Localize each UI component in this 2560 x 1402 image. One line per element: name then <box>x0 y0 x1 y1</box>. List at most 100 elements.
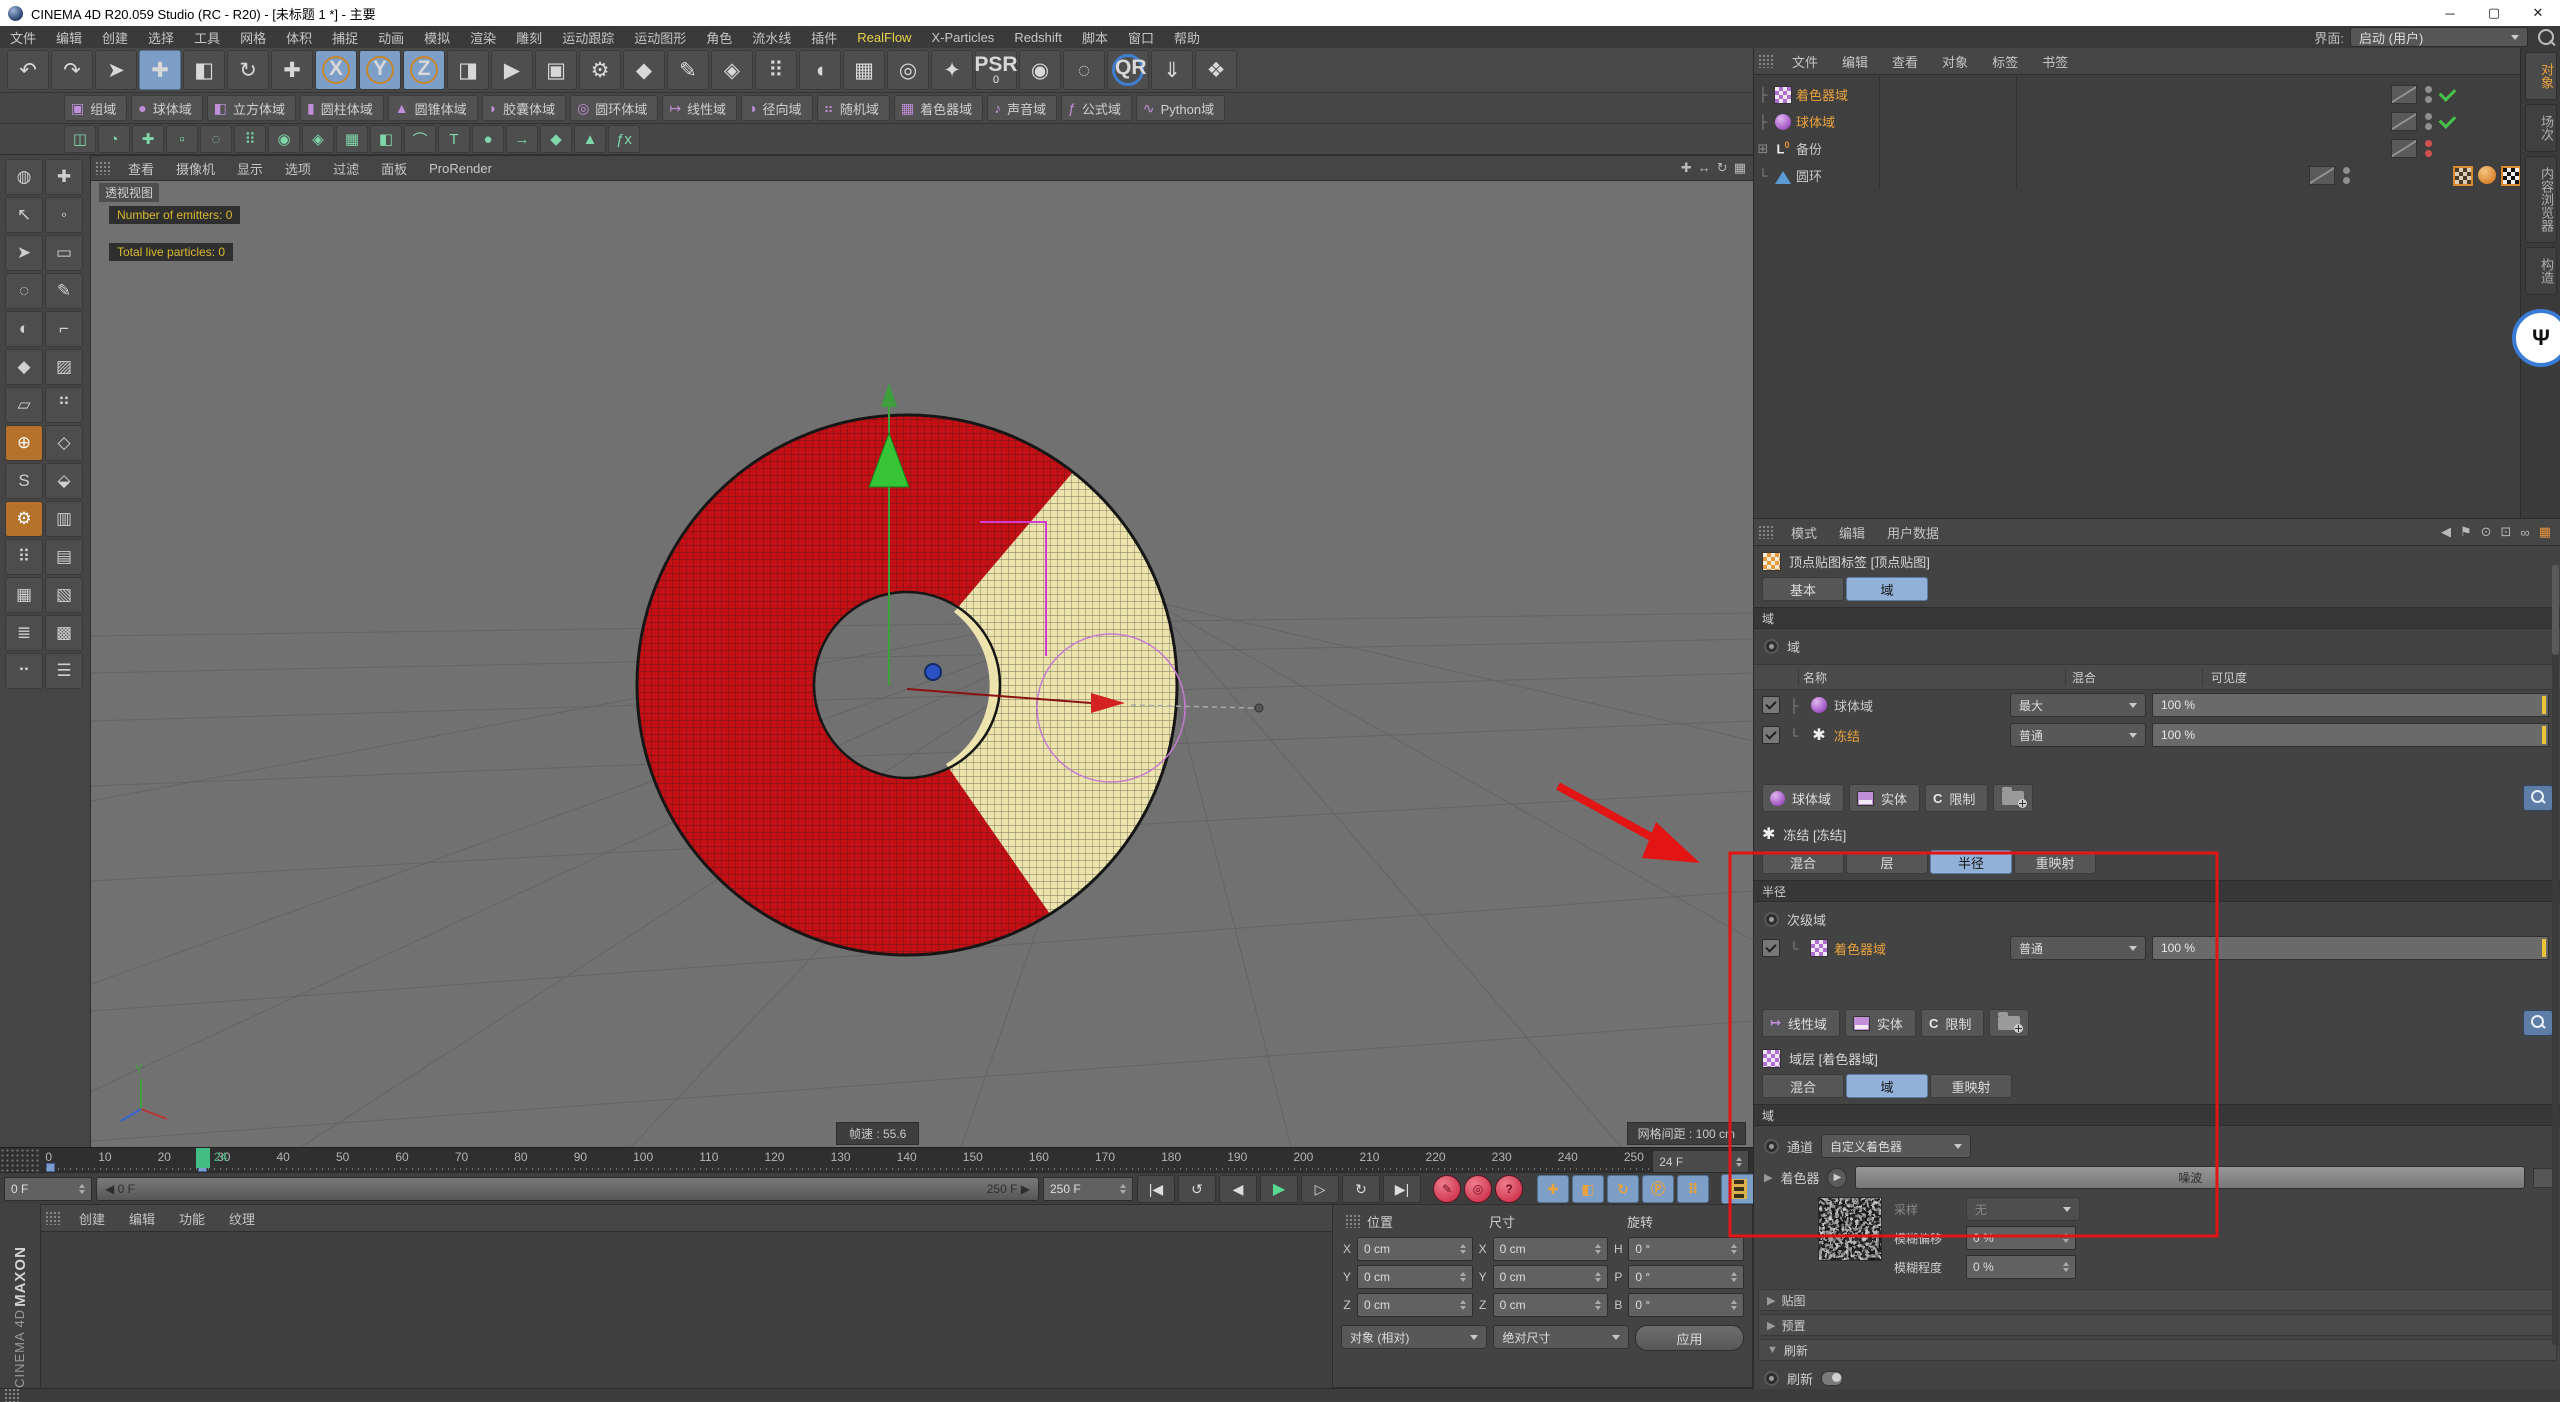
menubar-item[interactable]: 体积 <box>276 28 322 47</box>
record-parameter-toggle[interactable]: Ⓟ <box>1642 1175 1674 1203</box>
object-manager-menu-item[interactable]: 文件 <box>1780 52 1830 71</box>
flourish-icon[interactable]: → <box>506 125 538 153</box>
prev-frame-button[interactable]: ◀ <box>1219 1175 1257 1203</box>
material-menu-item[interactable]: 编辑 <box>117 1209 167 1228</box>
redo-icon[interactable]: ↷ <box>51 50 93 90</box>
freeze-tab[interactable]: 混合 <box>1762 850 1844 874</box>
radio-icon[interactable] <box>1764 912 1779 927</box>
deformer-button[interactable]: ◖ <box>799 50 841 90</box>
checkbox[interactable] <box>1762 726 1780 744</box>
cube-field-button[interactable]: ◧ 立方体域 <box>207 95 296 121</box>
python-field-button[interactable]: ∿ Python域 <box>1136 95 1225 121</box>
side-tab[interactable]: 构造 <box>2525 247 2557 295</box>
light-object-button[interactable]: ✦ <box>931 50 973 90</box>
viewport-menu-item[interactable]: ProRender <box>418 161 503 176</box>
close-button[interactable]: ✕ <box>2516 1 2560 26</box>
folder-add-button[interactable] <box>1993 784 2033 812</box>
menubar-item[interactable]: 文件 <box>0 28 46 47</box>
camera-object-button[interactable]: ◎ <box>887 50 929 90</box>
lasso-icon[interactable]: ◌ <box>5 273 43 309</box>
position-z-field[interactable]: 0 cm <box>1357 1293 1473 1317</box>
freeze-tab[interactable]: 半径 <box>1930 850 2012 874</box>
vertex-map-tag[interactable] <box>2453 166 2473 186</box>
texture-mode-icon[interactable]: ▨ <box>45 349 83 385</box>
material-menu-item[interactable]: 功能 <box>167 1209 217 1228</box>
record-pla-toggle[interactable]: ⠿ <box>1677 1175 1709 1203</box>
freeze-tab[interactable]: 层 <box>1846 850 1928 874</box>
grid-b-icon[interactable]: ▤ <box>45 539 83 575</box>
record-scale-toggle[interactable]: ◧ <box>1572 1175 1604 1203</box>
layer-color-box[interactable] <box>2309 166 2335 185</box>
snap-icon[interactable]: S <box>5 463 43 499</box>
grid-a-icon[interactable]: ⠿ <box>5 539 43 575</box>
position-y-field[interactable]: 0 cm <box>1357 1265 1473 1289</box>
expand-arrow-icon[interactable]: ▶ <box>1764 1171 1772 1184</box>
visibility-field[interactable]: 100 % <box>2152 723 2549 747</box>
pick-tool-icon[interactable]: ➤ <box>5 235 43 271</box>
add-linear-field-button[interactable]: ↦线性域 <box>1762 1009 1840 1037</box>
enabled-check-icon[interactable] <box>2439 84 2457 102</box>
folder-add-button[interactable] <box>1989 1009 2029 1037</box>
pan-view-icon[interactable]: ✚ <box>1681 160 1692 176</box>
marker-icon[interactable]: ◦ <box>45 197 83 233</box>
field-row[interactable]: └ ✱ 冻结 普通 100 % <box>1754 720 2560 750</box>
object-manager-menu-item[interactable]: 对象 <box>1930 52 1980 71</box>
menubar-item[interactable]: 捕捉 <box>322 28 368 47</box>
capsule-field-button[interactable]: ◗ 胶囊体域 <box>482 95 566 121</box>
menubar-item[interactable]: 角色 <box>696 28 742 47</box>
object-row[interactable]: ├ 着色器域 <box>1754 81 2521 108</box>
layer-color-box[interactable] <box>2391 112 2417 131</box>
grid-orange-icon[interactable]: ▦ <box>2539 524 2551 540</box>
end-frame-field[interactable]: 250 F <box>1043 1177 1133 1201</box>
plugin-blob-icon[interactable]: ❖ <box>1195 50 1237 90</box>
fold-icon[interactable]: ◆ <box>540 125 572 153</box>
random-field-button[interactable]: ⠶ 随机域 <box>817 95 890 121</box>
keyframe-selection-button[interactable]: ? <box>1495 1175 1523 1203</box>
position-x-field[interactable]: 0 cm <box>1357 1237 1473 1261</box>
checkbox[interactable] <box>1762 696 1780 714</box>
visibility-dots[interactable] <box>2425 86 2432 103</box>
size-z-field[interactable]: 0 cm <box>1493 1293 1609 1317</box>
render-picture-viewer-button[interactable]: ▣ <box>535 50 577 90</box>
viewport-menu-item[interactable]: 摄像机 <box>165 159 226 178</box>
viewport-menu-item[interactable]: 显示 <box>226 159 274 178</box>
plus-icon[interactable]: ✚ <box>45 159 83 195</box>
curve-icon[interactable]: ⌒ <box>404 125 436 153</box>
attribute-menu-item[interactable]: 模式 <box>1780 523 1828 542</box>
section-header[interactable]: 域 <box>1754 1104 2560 1126</box>
menubar-item[interactable]: 渲染 <box>460 28 506 47</box>
subdivision-surface-button[interactable]: ◈ <box>711 50 753 90</box>
blend-mode-select[interactable]: 最大 <box>2010 693 2146 717</box>
layer-color-box[interactable] <box>2391 139 2417 158</box>
psr-zero-badge[interactable]: PSR 0 <box>975 50 1017 90</box>
torus-field-button[interactable]: ◎ 圆环体域 <box>570 95 658 121</box>
viewport-menu-item[interactable]: 选项 <box>274 159 322 178</box>
layers-icon[interactable]: ▩ <box>45 615 83 651</box>
goto-start-button[interactable]: |◀ <box>1137 1175 1175 1203</box>
sweep-icon[interactable]: ● <box>472 125 504 153</box>
record-keyframe-button[interactable]: ✎ <box>1433 1175 1461 1203</box>
blend-mode-select[interactable]: 普通 <box>2010 723 2146 747</box>
menubar-item[interactable]: 运动图形 <box>624 28 696 47</box>
radial-field-button[interactable]: ◑ 径向域 <box>741 95 812 121</box>
rotation-h-field[interactable]: 0 ° <box>1628 1237 1744 1261</box>
grid-c-icon[interactable]: ▦ <box>5 577 43 613</box>
prism-icon[interactable]: ▲ <box>574 125 606 153</box>
visibility-field[interactable]: 100 % <box>2152 693 2549 717</box>
dots-icon[interactable]: ⠒ <box>5 653 43 689</box>
edges-mode-icon[interactable]: ◔ <box>98 125 130 153</box>
menubar-item[interactable]: RealFlow <box>847 30 921 45</box>
drag-handle-icon[interactable] <box>0 1148 39 1173</box>
fx-icon[interactable]: ƒx <box>608 125 640 153</box>
flag-icon[interactable]: ⚑ <box>2460 524 2472 540</box>
qr-badge[interactable]: QR <box>1107 50 1149 90</box>
mesh-cube-icon[interactable]: ▦ <box>336 125 368 153</box>
collapsed-section-preset[interactable]: ▶预置 <box>1758 1314 2557 1336</box>
start-frame-field[interactable]: 0 F <box>4 1177 92 1201</box>
shader-options-button[interactable] <box>2533 1168 2553 1188</box>
ring-select-icon[interactable]: ◌ <box>200 125 232 153</box>
sound-field-button[interactable]: ♪ 声音域 <box>987 95 1057 121</box>
blur-offset-field[interactable]: 0 % <box>1966 1226 2076 1250</box>
formula-field-button[interactable]: ƒ 公式域 <box>1061 95 1132 121</box>
timeline-scrubber[interactable]: ◀ 0 F 250 F ▶ <box>96 1177 1039 1201</box>
